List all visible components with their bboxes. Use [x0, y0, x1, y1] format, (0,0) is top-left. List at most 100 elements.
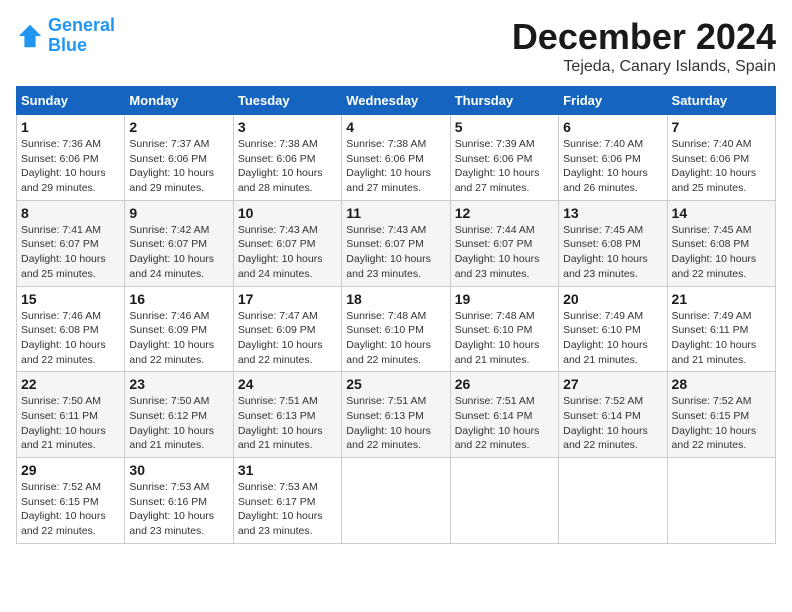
- calendar-cell: 3Sunrise: 7:38 AMSunset: 6:06 PMDaylight…: [233, 115, 341, 201]
- day-number: 22: [21, 376, 120, 392]
- day-number: 14: [672, 205, 771, 221]
- day-info: Sunrise: 7:53 AMSunset: 6:17 PMDaylight:…: [238, 480, 337, 539]
- calendar-week-1: 1Sunrise: 7:36 AMSunset: 6:06 PMDaylight…: [17, 115, 776, 201]
- calendar-cell: 10 Sunrise: 7:43 AMSunset: 6:07 PMDayligh…: [233, 200, 341, 286]
- day-number: 16: [129, 291, 228, 307]
- calendar-cell: 7 Sunrise: 7:40 AMSunset: 6:06 PMDaylight…: [667, 115, 775, 201]
- day-number: 10: [238, 205, 337, 221]
- day-info: Sunrise: 7:45 AMSunset: 6:08 PMDaylight:…: [672, 223, 771, 282]
- day-number: 9: [129, 205, 228, 221]
- day-info: Sunrise: 7:37 AMSunset: 6:06 PMDaylight:…: [129, 137, 228, 196]
- calendar-cell: [559, 458, 667, 544]
- calendar-cell: 22 Sunrise: 7:50 AMSunset: 6:11 PMDayligh…: [17, 372, 125, 458]
- day-number: 30: [129, 462, 228, 478]
- calendar-cell: 28Sunrise: 7:52 AMSunset: 6:15 PMDayligh…: [667, 372, 775, 458]
- calendar-cell: 23 Sunrise: 7:50 AMSunset: 6:12 PMDayligh…: [125, 372, 233, 458]
- header-day-wednesday: Wednesday: [342, 87, 450, 115]
- header-day-thursday: Thursday: [450, 87, 558, 115]
- calendar-cell: 19 Sunrise: 7:48 AMSunset: 6:10 PMDayligh…: [450, 286, 558, 372]
- month-title: December 2024: [512, 16, 776, 58]
- logo-text: General Blue: [48, 16, 115, 56]
- calendar-cell: 15 Sunrise: 7:46 AMSunset: 6:08 PMDayligh…: [17, 286, 125, 372]
- day-info: Sunrise: 7:39 AMSunset: 6:06 PMDaylight:…: [455, 137, 554, 196]
- calendar-cell: 29Sunrise: 7:52 AMSunset: 6:15 PMDayligh…: [17, 458, 125, 544]
- day-info: Sunrise: 7:41 AMSunset: 6:07 PMDaylight:…: [21, 223, 120, 282]
- day-info: Sunrise: 7:46 AMSunset: 6:08 PMDaylight:…: [21, 309, 120, 368]
- day-info: Sunrise: 7:51 AMSunset: 6:13 PMDaylight:…: [346, 394, 445, 453]
- day-info: Sunrise: 7:40 AMSunset: 6:06 PMDaylight:…: [672, 137, 771, 196]
- day-number: 31: [238, 462, 337, 478]
- calendar-header: SundayMondayTuesdayWednesdayThursdayFrid…: [17, 87, 776, 115]
- calendar-cell: 8 Sunrise: 7:41 AMSunset: 6:07 PMDaylight…: [17, 200, 125, 286]
- day-number: 8: [21, 205, 120, 221]
- calendar-cell: 13 Sunrise: 7:45 AMSunset: 6:08 PMDayligh…: [559, 200, 667, 286]
- day-info: Sunrise: 7:48 AMSunset: 6:10 PMDaylight:…: [346, 309, 445, 368]
- calendar-cell: 25 Sunrise: 7:51 AMSunset: 6:13 PMDayligh…: [342, 372, 450, 458]
- header-day-friday: Friday: [559, 87, 667, 115]
- header-row: SundayMondayTuesdayWednesdayThursdayFrid…: [17, 87, 776, 115]
- calendar-cell: 17Sunrise: 7:47 AMSunset: 6:09 PMDayligh…: [233, 286, 341, 372]
- day-info: Sunrise: 7:52 AMSunset: 6:14 PMDaylight:…: [563, 394, 662, 453]
- calendar-week-4: 22 Sunrise: 7:50 AMSunset: 6:11 PMDayligh…: [17, 372, 776, 458]
- calendar-body: 1Sunrise: 7:36 AMSunset: 6:06 PMDaylight…: [17, 115, 776, 544]
- calendar-cell: 20Sunrise: 7:49 AMSunset: 6:10 PMDayligh…: [559, 286, 667, 372]
- day-number: 11: [346, 205, 445, 221]
- day-number: 28: [672, 376, 771, 392]
- logo: General Blue: [16, 16, 115, 56]
- header-day-monday: Monday: [125, 87, 233, 115]
- day-number: 19: [455, 291, 554, 307]
- day-info: Sunrise: 7:44 AMSunset: 6:07 PMDaylight:…: [455, 223, 554, 282]
- calendar-week-2: 8 Sunrise: 7:41 AMSunset: 6:07 PMDaylight…: [17, 200, 776, 286]
- day-number: 7: [672, 119, 771, 135]
- logo-icon: [16, 22, 44, 50]
- day-info: Sunrise: 7:50 AMSunset: 6:12 PMDaylight:…: [129, 394, 228, 453]
- day-info: Sunrise: 7:43 AMSunset: 6:07 PMDaylight:…: [346, 223, 445, 282]
- calendar-week-3: 15 Sunrise: 7:46 AMSunset: 6:08 PMDayligh…: [17, 286, 776, 372]
- day-info: Sunrise: 7:48 AMSunset: 6:10 PMDaylight:…: [455, 309, 554, 368]
- day-number: 24: [238, 376, 337, 392]
- calendar-week-5: 29Sunrise: 7:52 AMSunset: 6:15 PMDayligh…: [17, 458, 776, 544]
- calendar-cell: 5 Sunrise: 7:39 AMSunset: 6:06 PMDaylight…: [450, 115, 558, 201]
- title-section: December 2024 Tejeda, Canary Islands, Sp…: [512, 16, 776, 76]
- day-info: Sunrise: 7:53 AMSunset: 6:16 PMDaylight:…: [129, 480, 228, 539]
- day-number: 27: [563, 376, 662, 392]
- calendar-cell: 18Sunrise: 7:48 AMSunset: 6:10 PMDayligh…: [342, 286, 450, 372]
- calendar-cell: 21Sunrise: 7:49 AMSunset: 6:11 PMDayligh…: [667, 286, 775, 372]
- calendar-cell: 16Sunrise: 7:46 AMSunset: 6:09 PMDayligh…: [125, 286, 233, 372]
- location-title: Tejeda, Canary Islands, Spain: [512, 58, 776, 76]
- calendar-cell: 30 Sunrise: 7:53 AMSunset: 6:16 PMDayligh…: [125, 458, 233, 544]
- day-info: Sunrise: 7:52 AMSunset: 6:15 PMDaylight:…: [21, 480, 120, 539]
- day-info: Sunrise: 7:50 AMSunset: 6:11 PMDaylight:…: [21, 394, 120, 453]
- day-info: Sunrise: 7:43 AMSunset: 6:07 PMDaylight:…: [238, 223, 337, 282]
- day-number: 17: [238, 291, 337, 307]
- calendar-cell: 14 Sunrise: 7:45 AMSunset: 6:08 PMDayligh…: [667, 200, 775, 286]
- day-number: 2: [129, 119, 228, 135]
- calendar-cell: 4Sunrise: 7:38 AMSunset: 6:06 PMDaylight…: [342, 115, 450, 201]
- calendar-cell: 11 Sunrise: 7:43 AMSunset: 6:07 PMDayligh…: [342, 200, 450, 286]
- day-info: Sunrise: 7:38 AMSunset: 6:06 PMDaylight:…: [346, 137, 445, 196]
- calendar-cell: 12 Sunrise: 7:44 AMSunset: 6:07 PMDayligh…: [450, 200, 558, 286]
- day-number: 6: [563, 119, 662, 135]
- day-info: Sunrise: 7:49 AMSunset: 6:10 PMDaylight:…: [563, 309, 662, 368]
- day-number: 12: [455, 205, 554, 221]
- day-info: Sunrise: 7:42 AMSunset: 6:07 PMDaylight:…: [129, 223, 228, 282]
- calendar-cell: 6 Sunrise: 7:40 AMSunset: 6:06 PMDaylight…: [559, 115, 667, 201]
- day-info: Sunrise: 7:49 AMSunset: 6:11 PMDaylight:…: [672, 309, 771, 368]
- calendar-cell: 27 Sunrise: 7:52 AMSunset: 6:14 PMDayligh…: [559, 372, 667, 458]
- day-number: 26: [455, 376, 554, 392]
- calendar-cell: [450, 458, 558, 544]
- day-number: 13: [563, 205, 662, 221]
- day-number: 5: [455, 119, 554, 135]
- day-number: 23: [129, 376, 228, 392]
- day-info: Sunrise: 7:51 AMSunset: 6:13 PMDaylight:…: [238, 394, 337, 453]
- header-day-tuesday: Tuesday: [233, 87, 341, 115]
- calendar-cell: 24 Sunrise: 7:51 AMSunset: 6:13 PMDayligh…: [233, 372, 341, 458]
- day-number: 25: [346, 376, 445, 392]
- day-number: 15: [21, 291, 120, 307]
- day-info: Sunrise: 7:45 AMSunset: 6:08 PMDaylight:…: [563, 223, 662, 282]
- day-info: Sunrise: 7:40 AMSunset: 6:06 PMDaylight:…: [563, 137, 662, 196]
- calendar-cell: [667, 458, 775, 544]
- header-day-saturday: Saturday: [667, 87, 775, 115]
- day-info: Sunrise: 7:38 AMSunset: 6:06 PMDaylight:…: [238, 137, 337, 196]
- day-number: 1: [21, 119, 120, 135]
